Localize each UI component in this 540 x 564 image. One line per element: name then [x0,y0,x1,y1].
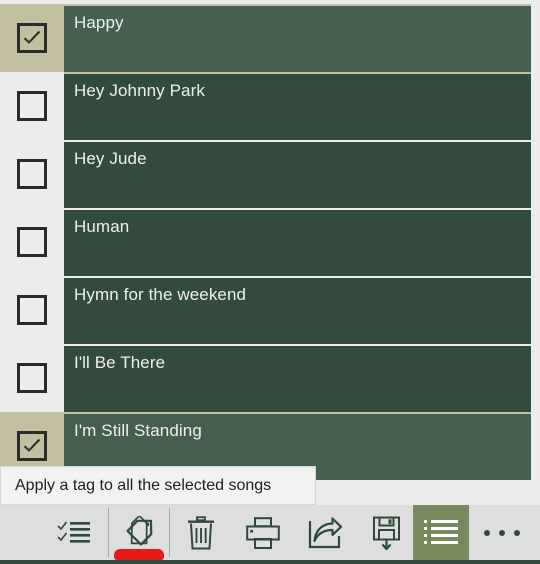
trash-icon [186,515,216,550]
song-row-body[interactable]: Hey Jude [64,140,531,208]
active-tool-indicator [114,549,164,560]
checklist-icon [57,521,90,543]
list-icon [413,505,469,560]
song-row[interactable]: Happy [0,4,540,72]
song-checkbox-cell[interactable] [0,208,64,276]
bottom-toolbar [0,505,540,564]
song-checkbox-cell[interactable] [0,344,64,412]
checkbox-unchecked-icon[interactable] [17,295,47,325]
song-title: Hey Jude [74,149,147,168]
song-row[interactable]: Human [0,208,540,276]
select-all-button[interactable] [40,505,108,560]
print-button[interactable] [232,505,294,560]
share-icon [308,516,342,548]
song-row-body[interactable]: Happy [64,4,531,72]
song-row-body[interactable]: Hymn for the weekend [64,276,531,344]
song-title: Hey Johnny Park [74,81,205,100]
list-icon [424,519,458,544]
share-icon [308,516,342,549]
tag-icon [121,515,157,550]
song-row-body[interactable]: Hey Johnny Park [64,72,531,140]
checkbox-checked-icon[interactable] [17,23,47,53]
apply-tag-button[interactable] [108,505,170,560]
song-row[interactable]: Hymn for the weekend [0,276,540,344]
tooltip: Apply a tag to all the selected songs [0,466,316,505]
song-title: I'm Still Standing [74,421,202,440]
checklist-icon [57,518,91,548]
song-title: Happy [74,13,124,32]
song-row-tail [531,4,540,72]
song-list[interactable]: Happy Hey Johnny Park Hey Jude Human Hymn fo… [0,0,540,508]
checkbox-unchecked-icon[interactable] [17,159,47,189]
tooltip-text: Apply a tag to all the selected songs [15,476,272,494]
delete-button[interactable] [170,505,232,560]
song-row-tail [531,344,540,412]
tag-icon [126,515,153,546]
trash-icon [188,515,214,549]
overflow-dots-icon [484,529,520,536]
song-row-tail [531,140,540,208]
save-button[interactable] [356,505,418,560]
toolbar-separator [108,508,109,557]
song-checkbox-cell[interactable] [0,140,64,208]
song-title: I'll Be There [74,353,166,372]
printer-icon [246,516,280,549]
printer-icon [246,516,280,549]
checkbox-unchecked-icon[interactable] [17,227,47,257]
song-row[interactable]: I'll Be There [0,344,540,412]
share-button[interactable] [294,505,356,560]
song-row-body[interactable]: I'll Be There [64,344,531,412]
more-button[interactable] [471,505,533,560]
song-checkbox-cell[interactable] [0,4,64,72]
checkbox-checked-icon[interactable] [17,431,47,461]
song-row-tail [531,72,540,140]
song-checkbox-cell[interactable] [0,276,64,344]
checkbox-unchecked-icon[interactable] [17,363,47,393]
checkbox-unchecked-icon[interactable] [17,91,47,121]
song-title: Human [74,217,130,236]
song-checkbox-cell[interactable] [0,72,64,140]
song-title: Hymn for the weekend [74,285,247,304]
song-row-body[interactable]: Human [64,208,531,276]
song-row[interactable]: Hey Jude [0,140,540,208]
list-view-button[interactable] [413,505,469,560]
song-row-tail [531,276,540,344]
song-tagger-app: Happy Hey Johnny Park Hey Jude Human Hymn fo… [0,0,540,564]
save-icon [373,516,400,550]
song-row[interactable]: Hey Johnny Park [0,72,540,140]
save-icon [372,516,402,550]
song-row-tail [531,208,540,276]
song-row-tail [531,412,540,480]
